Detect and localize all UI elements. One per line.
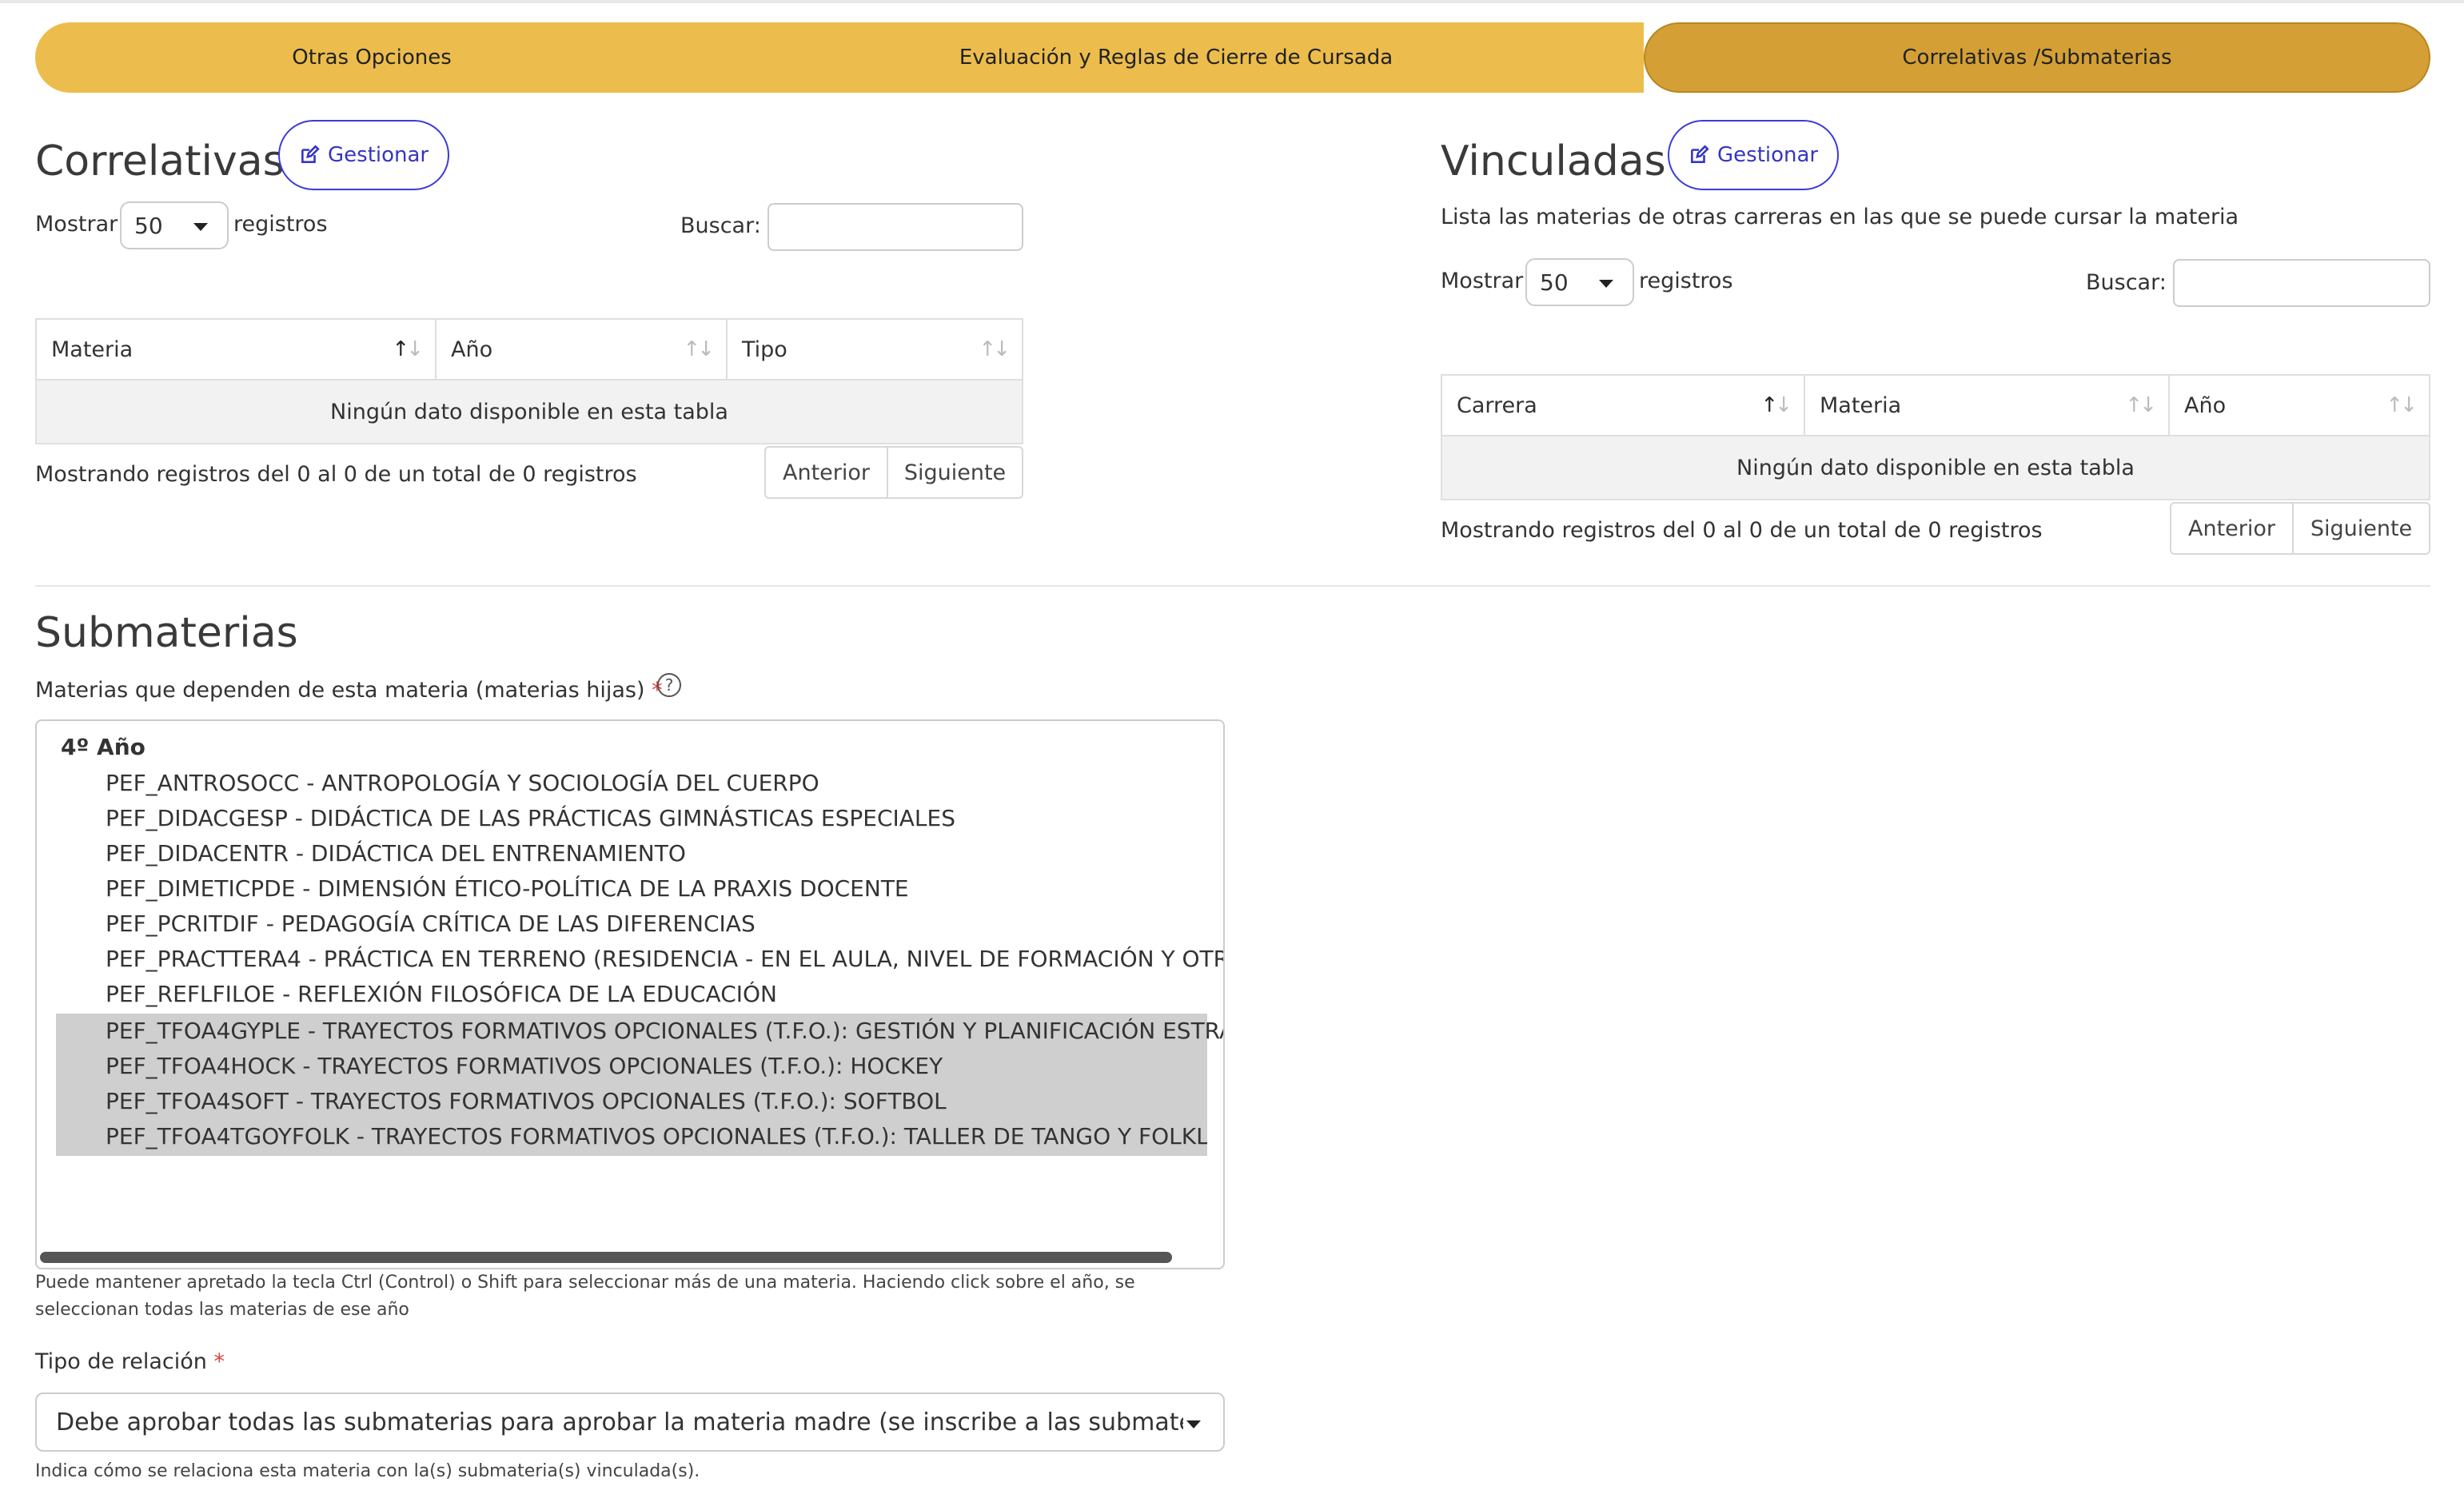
page-size-value: 50	[134, 212, 163, 239]
table-header-row: Carrera ↑↓ Materia ↑↓ Año ↑↓	[1441, 374, 2430, 436]
gestionar-label: Gestionar	[328, 143, 429, 167]
correlativas-title: Correlativas	[35, 137, 285, 185]
vinculadas-gestionar-button[interactable]: Gestionar	[1668, 120, 1840, 190]
tab-otras-opciones[interactable]: Otras Opciones	[35, 22, 708, 93]
column-header-tipo[interactable]: Tipo ↑↓	[726, 318, 1023, 380]
caret-down-icon	[1186, 1420, 1201, 1428]
show-label: Mostrar	[1441, 269, 1524, 293]
empty-message: Ningún dato disponible en esta tabla	[1441, 435, 2430, 500]
edit-icon	[299, 145, 320, 165]
top-border	[0, 0, 2464, 3]
list-item-selected[interactable]: PEF_TFOA4TGOYFOLK - TRAYECTOS FORMATIVOS…	[56, 1119, 1207, 1154]
table-row: Ningún dato disponible en esta tabla	[1441, 435, 2430, 500]
next-button[interactable]: Siguiente	[2292, 504, 2429, 553]
table-row: Ningún dato disponible en esta tabla	[35, 379, 1023, 444]
correlativas-search-input[interactable]	[768, 203, 1023, 251]
page-size-value: 50	[1540, 269, 1569, 296]
gestionar-label: Gestionar	[1717, 143, 1819, 167]
correlativas-info: Mostrando registros del 0 al 0 de un tot…	[35, 462, 637, 487]
records-label: registros	[233, 212, 328, 237]
sort-icon: ↑↓	[1760, 393, 1792, 417]
list-item[interactable]: PEF_DIMETICPDE - DIMENSIÓN ÉTICO-POLÍTIC…	[56, 871, 1223, 906]
sort-icon: ↑↓	[2386, 393, 2418, 417]
list-item[interactable]: PEF_REFLFILOE - REFLEXIÓN FILOSÓFICA DE …	[56, 977, 1223, 1012]
relation-type-select[interactable]: Debe aprobar todas las submaterias para …	[35, 1392, 1225, 1452]
vinculadas-page-size-select[interactable]: 50	[1525, 258, 1634, 306]
vinculadas-info: Mostrando registros del 0 al 0 de un tot…	[1441, 518, 2043, 543]
correlativas-pagination: Anterior Siguiente	[764, 446, 1023, 499]
tab-evaluacion-reglas[interactable]: Evaluación y Reglas de Cierre de Cursada	[708, 22, 1644, 93]
column-header-carrera[interactable]: Carrera ↑↓	[1441, 374, 1805, 436]
vinculadas-description: Lista las materias de otras carreras en …	[1441, 205, 2239, 229]
table-header-row: Materia ↑↓ Año ↑↓ Tipo ↑↓	[35, 318, 1023, 380]
caret-down-icon	[1599, 280, 1613, 288]
sort-icon: ↑↓	[2125, 393, 2157, 417]
relation-type-hint: Indica cómo se relaciona esta materia co…	[35, 1461, 700, 1481]
vinculadas-title: Vinculadas	[1441, 137, 1666, 185]
list-item[interactable]: PEF_DIDACGESP - DIDÁCTICA DE LAS PRÁCTIC…	[56, 801, 1223, 836]
correlativas-table: Materia ↑↓ Año ↑↓ Tipo ↑↓ Ningún dato dispo…	[35, 318, 1023, 444]
list-item-selected[interactable]: PEF_TFOA4SOFT - TRAYECTOS FORMATIVOS OPC…	[56, 1084, 1207, 1119]
hint-line: seleccionan todas las materias de ese añ…	[35, 1300, 409, 1320]
vinculadas-table: Carrera ↑↓ Materia ↑↓ Año ↑↓ Ningún dato di…	[1441, 374, 2430, 500]
prev-button[interactable]: Anterior	[2171, 504, 2292, 553]
edit-icon	[1689, 145, 1709, 165]
list-item-selected[interactable]: PEF_TFOA4HOCK - TRAYECTOS FORMATIVOS OPC…	[56, 1049, 1207, 1084]
vinculadas-search-input[interactable]	[2173, 259, 2430, 307]
column-header-anio[interactable]: Año ↑↓	[435, 318, 728, 380]
vinculadas-pagination: Anterior Siguiente	[2170, 502, 2430, 555]
relation-type-label: Tipo de relación *	[35, 1349, 225, 1374]
sort-icon: ↑↓	[392, 337, 424, 361]
sort-icon: ↑↓	[979, 337, 1011, 361]
section-divider	[35, 585, 2430, 587]
caret-down-icon	[193, 223, 208, 231]
list-item[interactable]: PEF_PCRITDIF - PEDAGOGÍA CRÍTICA DE LAS …	[56, 906, 1223, 942]
empty-message: Ningún dato disponible en esta tabla	[35, 379, 1023, 444]
submaterias-multiselect[interactable]: 4º Año PEF_ANTROSOCC - ANTROPOLOGÍA Y SO…	[35, 719, 1225, 1269]
tab-correlativas-submaterias[interactable]: Correlativas /Submaterias	[1644, 22, 2430, 93]
search-label: Buscar:	[680, 213, 761, 238]
column-header-materia[interactable]: Materia ↑↓	[35, 318, 437, 380]
correlativas-page-size-select[interactable]: 50	[120, 201, 229, 249]
next-button[interactable]: Siguiente	[887, 448, 1022, 497]
list-item[interactable]: PEF_PRACTTERA4 - PRÁCTICA EN TERRENO (RE…	[56, 942, 1223, 977]
help-icon[interactable]: ?	[657, 673, 681, 697]
tab-bar: Otras Opciones Evaluación y Reglas de Ci…	[35, 22, 2430, 93]
hint-line: Puede mantener apretado la tecla Ctrl (C…	[35, 1273, 1135, 1293]
list-item[interactable]: PEF_DIDACENTR - DIDÁCTICA DEL ENTRENAMIE…	[56, 836, 1223, 871]
required-mark: *	[213, 1349, 225, 1374]
list-item-selected[interactable]: PEF_TFOA4GYPLE - TRAYECTOS FORMATIVOS OP…	[56, 1014, 1223, 1049]
show-label: Mostrar	[35, 212, 118, 237]
relation-type-value: Debe aprobar todas las submaterias para …	[56, 1408, 1183, 1436]
records-label: registros	[1639, 269, 1733, 293]
multiselect-hint: Puede mantener apretado la tecla Ctrl (C…	[35, 1269, 1135, 1324]
list-item[interactable]: PEF_ANTROSOCC - ANTROPOLOGÍA Y SOCIOLOGÍ…	[56, 766, 1223, 801]
submaterias-field-label: Materias que dependen de esta materia (m…	[35, 678, 663, 703]
sort-icon: ↑↓	[683, 337, 715, 361]
correlativas-gestionar-button[interactable]: Gestionar	[278, 120, 450, 190]
prev-button[interactable]: Anterior	[766, 448, 887, 497]
search-label: Buscar:	[2086, 270, 2167, 295]
optgroup-label[interactable]: 4º Año	[61, 734, 146, 760]
column-header-materia[interactable]: Materia ↑↓	[1804, 374, 2170, 436]
submaterias-title: Submaterias	[35, 609, 298, 657]
column-header-anio[interactable]: Año ↑↓	[2168, 374, 2430, 436]
horizontal-scrollbar[interactable]	[40, 1252, 1172, 1263]
